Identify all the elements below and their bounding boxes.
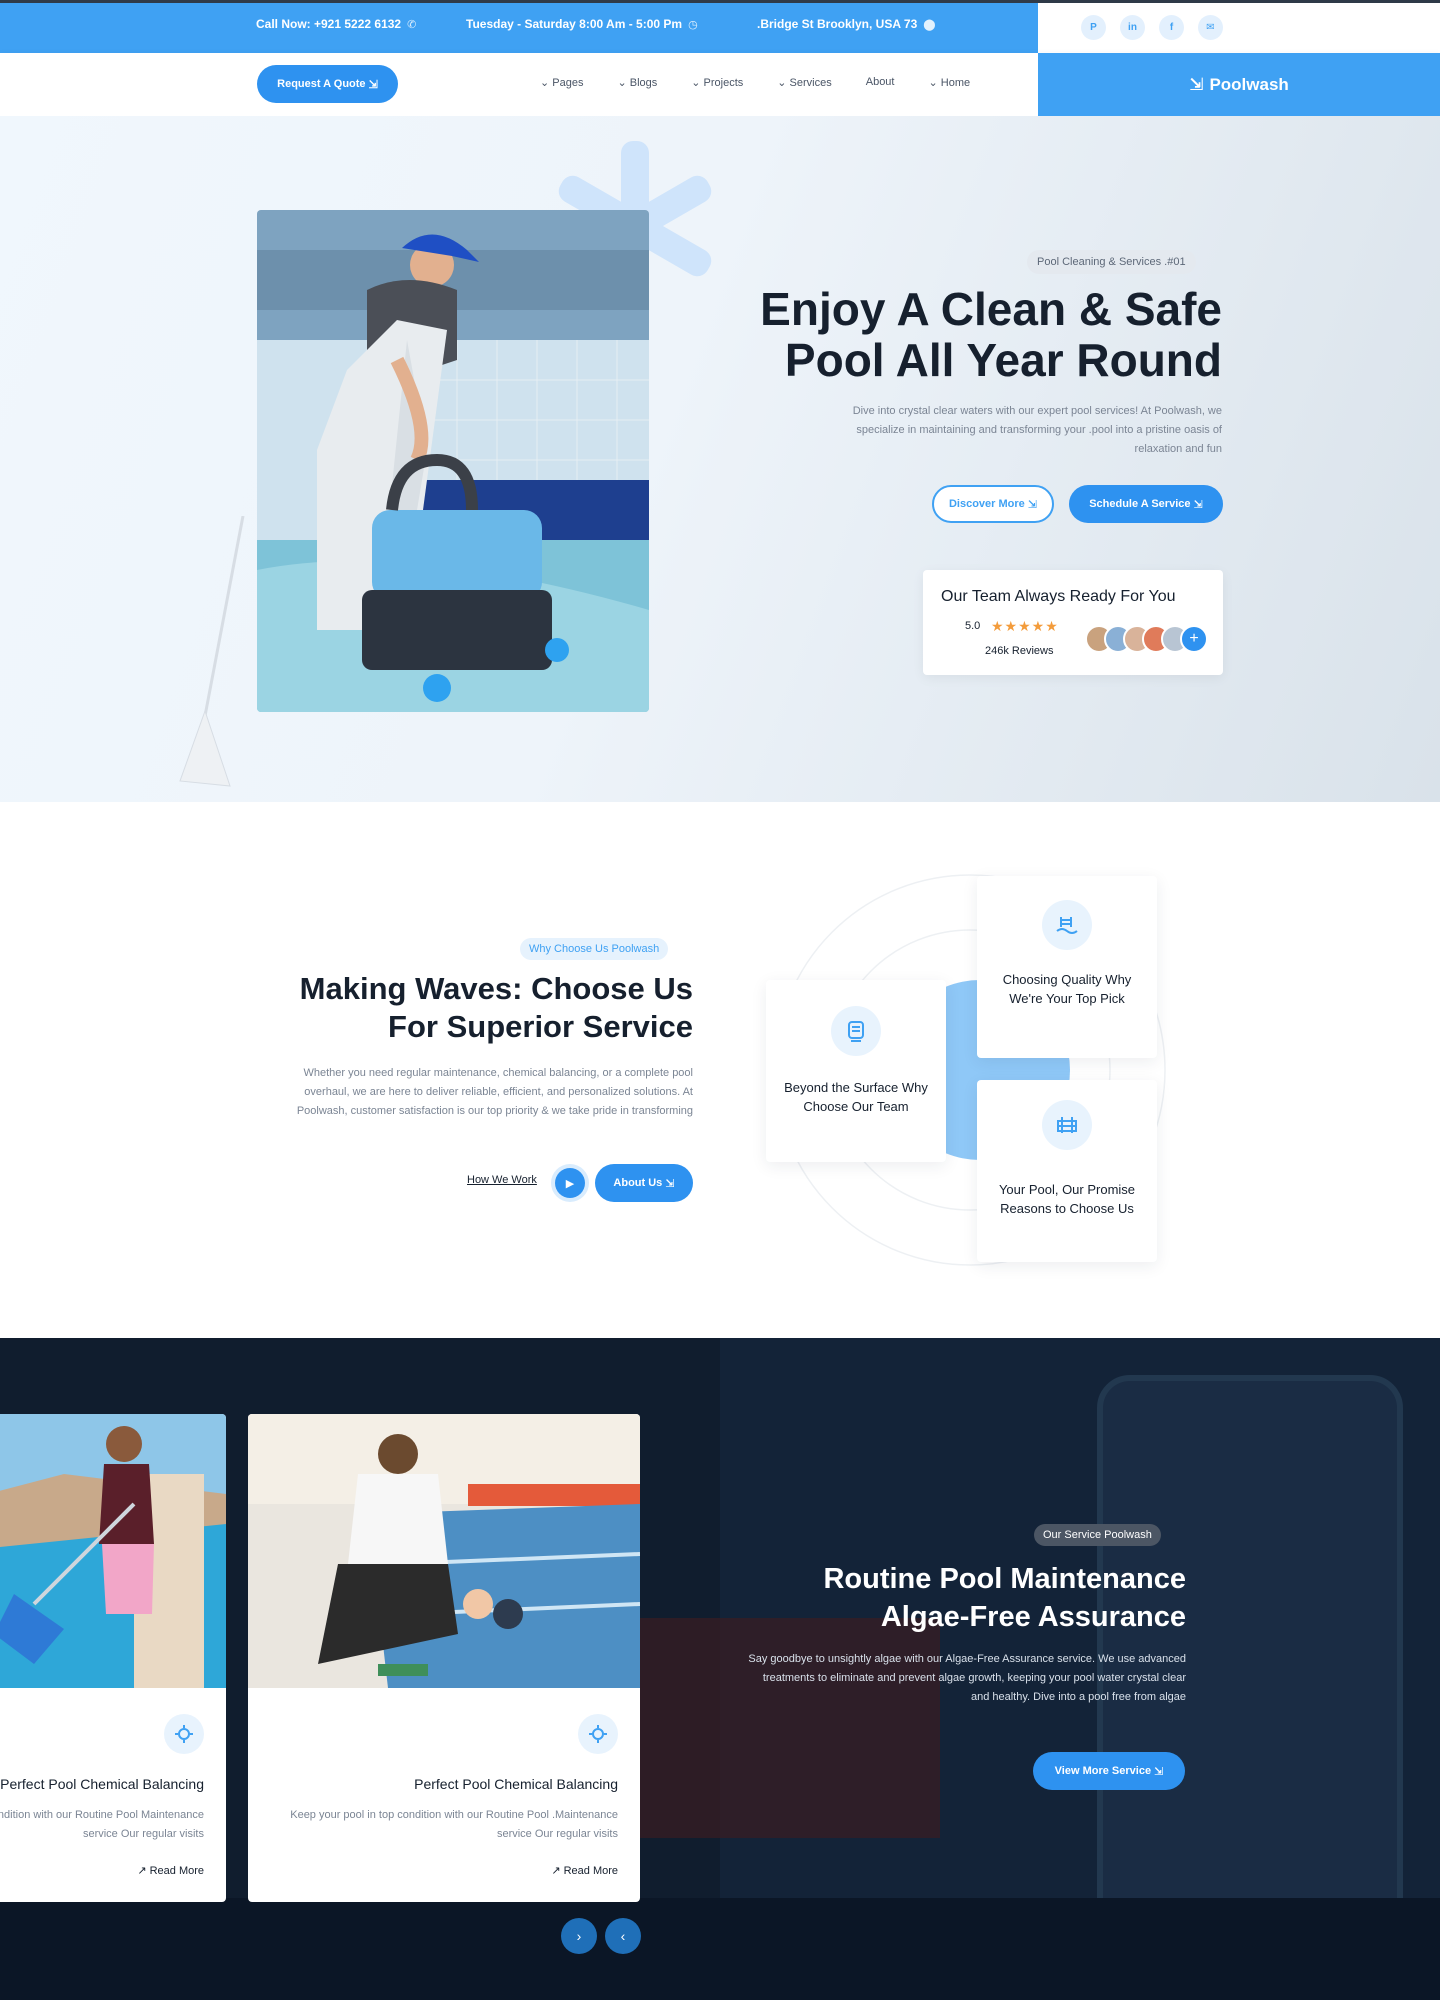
cleaning-icon <box>831 1006 881 1056</box>
slider-next-button[interactable]: › <box>561 1918 597 1954</box>
discover-more-button[interactable]: Discover More ⇲ <box>932 485 1054 523</box>
services-section: Perfect Pool Chemical Balancing Keep you… <box>0 1338 1440 2000</box>
feature-card-quality[interactable]: Choosing Quality Why We're Your Top Pick <box>977 876 1157 1058</box>
service-desc-2: Keep your pool in top condition with our… <box>290 1809 618 1840</box>
gear-icon <box>164 1714 204 1754</box>
request-quote-button[interactable]: Request A Quote ⇲ <box>257 65 398 103</box>
read-more-link-1[interactable]: ↗ Read More <box>137 1864 204 1877</box>
rating-value: 5.0 <box>965 620 981 632</box>
logo-icon: ⇲ <box>1189 74 1204 94</box>
why-title: Making Waves: Choose Us For Superior Ser… <box>193 970 693 1046</box>
hero-title-line2: Pool All Year Round <box>784 334 1222 386</box>
why-title-line1: Making Waves: Choose Us <box>299 971 693 1006</box>
pool-ladder-icon <box>1042 1100 1092 1150</box>
service-card-1[interactable]: Perfect Pool Chemical Balancing Keep you… <box>0 1414 226 1902</box>
why-tag: Why Choose Us Poolwash <box>520 938 669 960</box>
brand-logo[interactable]: ⇲ Poolwash <box>1038 53 1440 116</box>
location-pin-icon: ⬤ <box>923 18 936 31</box>
facebook-icon[interactable]: f <box>1159 15 1184 40</box>
why-title-line2: For Superior Service <box>388 1009 693 1044</box>
arrow-icon: ⇲ <box>1193 498 1203 511</box>
schedule-service-button[interactable]: Schedule A Service ⇲ <box>1069 485 1223 523</box>
social-links: P in f ✉ <box>1081 15 1223 40</box>
why-description: Whether you need regular maintenance, ch… <box>296 1067 693 1117</box>
linkedin-icon[interactable]: in <box>1120 15 1145 40</box>
top-bar: Call Now: +921 5222 6132 ✆ Tuesday - Sat… <box>0 0 1440 53</box>
view-more-service-button[interactable]: View More Service ⇲ <box>1033 1752 1185 1790</box>
feature-card-surface-text: Beyond the Surface Why Choose Our Team <box>784 1080 928 1114</box>
clock-icon: ◷ <box>688 18 698 31</box>
feature-card-promise-text: Your Pool, Our Promise Reasons to Choose… <box>998 1182 1136 1216</box>
pinterest-icon[interactable]: P <box>1081 15 1106 40</box>
review-card: Our Team Always Ready For You 5.0 ★★★★★ … <box>923 570 1223 675</box>
view-more-service-label: View More Service <box>1054 1765 1152 1777</box>
read-more-link-2[interactable]: ↗ Read More <box>551 1864 618 1877</box>
how-we-work-link[interactable]: How We Work <box>467 1174 537 1186</box>
service-title-1: Perfect Pool Chemical Balancing <box>0 1776 204 1792</box>
arrow-icon: ⇲ <box>665 1177 675 1190</box>
phone-info[interactable]: Call Now: +921 5222 6132 ✆ <box>256 17 416 31</box>
arrow-icon: ⇲ <box>368 78 378 91</box>
feature-card-promise[interactable]: Your Pool, Our Promise Reasons to Choose… <box>977 1080 1157 1262</box>
nav-item-home[interactable]: ⌄ Home <box>928 76 970 89</box>
services-title: Routine Pool Maintenance Algae-Free Assu… <box>686 1560 1186 1636</box>
discover-more-label: Discover More <box>948 498 1025 510</box>
broom-decoration <box>179 516 245 787</box>
hero-tag: Pool Cleaning & Services .#01 <box>1027 250 1196 274</box>
services-description: Say goodbye to unsightly algae with our … <box>748 1653 1186 1703</box>
services-tag: Our Service Poolwash <box>1034 1524 1161 1546</box>
hero-title-line1: Enjoy A Clean & Safe <box>760 283 1222 335</box>
about-us-label: About Us <box>613 1177 663 1189</box>
hero-section: Pool Cleaning & Services .#01 Enjoy A Cl… <box>0 116 1440 802</box>
request-quote-label: Request A Quote <box>277 78 366 90</box>
review-count: 246k Reviews <box>985 645 1054 657</box>
arrow-icon: ⇲ <box>1027 498 1038 511</box>
add-avatar-button[interactable]: + <box>1180 625 1208 653</box>
feature-card-quality-text: Choosing Quality Why We're Your Top Pick <box>1002 972 1132 1006</box>
phone-icon: ✆ <box>407 18 417 31</box>
hours-text: Tuesday - Saturday 8:00 Am - 5:00 Pm <box>466 17 683 31</box>
service-image-1 <box>0 1414 226 1688</box>
nav-item-services[interactable]: ⌄ Services <box>777 76 831 89</box>
phone-text: Call Now: +921 5222 6132 <box>256 17 402 31</box>
nav-item-blogs[interactable]: ⌄ Blogs <box>617 76 657 89</box>
play-icon[interactable]: ▶ <box>555 1168 585 1198</box>
services-title-line1: Routine Pool Maintenance <box>823 1563 1186 1595</box>
brand-name: Poolwash <box>1209 74 1289 94</box>
feature-card-surface[interactable]: Beyond the Surface Why Choose Our Team <box>766 980 946 1162</box>
about-us-button[interactable]: About Us ⇲ <box>595 1164 693 1202</box>
service-image-2 <box>248 1414 640 1688</box>
hero-image <box>257 210 649 712</box>
rating-stars: ★★★★★ <box>991 618 1059 634</box>
pool-icon <box>1042 900 1092 950</box>
nav-menu: ⌄ Pages ⌄ Blogs ⌄ Projects ⌄ Services Ab… <box>540 76 970 89</box>
gear-icon <box>578 1714 618 1754</box>
nav-item-pages[interactable]: ⌄ Pages <box>540 76 583 89</box>
hours-info: Tuesday - Saturday 8:00 Am - 5:00 Pm ◷ <box>466 17 698 31</box>
slider-prev-button[interactable]: ‹ <box>605 1918 641 1954</box>
address-info[interactable]: .Bridge St Brooklyn, USA 73 ⬤ <box>757 17 936 31</box>
services-title-line2: Algae-Free Assurance <box>880 1601 1186 1633</box>
service-title-2: Perfect Pool Chemical Balancing <box>414 1776 618 1792</box>
nav-item-projects[interactable]: ⌄ Projects <box>691 76 743 89</box>
review-title: Our Team Always Ready For You <box>941 588 1176 605</box>
main-nav: Request A Quote ⇲ ⌄ Pages ⌄ Blogs ⌄ Proj… <box>0 53 1440 116</box>
mail-icon[interactable]: ✉ <box>1198 15 1223 40</box>
address-text: .Bridge St Brooklyn, USA 73 <box>757 17 918 31</box>
team-avatars: + <box>1085 625 1208 653</box>
schedule-service-label: Schedule A Service <box>1089 498 1191 510</box>
hero-title: Enjoy A Clean & Safe Pool All Year Round <box>662 284 1222 386</box>
service-desc-1: Keep your pool in top condition with our… <box>0 1809 204 1840</box>
service-card-2[interactable]: Perfect Pool Chemical Balancing Keep you… <box>248 1414 640 1902</box>
hero-description: Dive into crystal clear waters with our … <box>852 405 1222 455</box>
nav-item-about[interactable]: About <box>866 76 895 89</box>
arrow-icon: ⇲ <box>1154 1765 1164 1778</box>
